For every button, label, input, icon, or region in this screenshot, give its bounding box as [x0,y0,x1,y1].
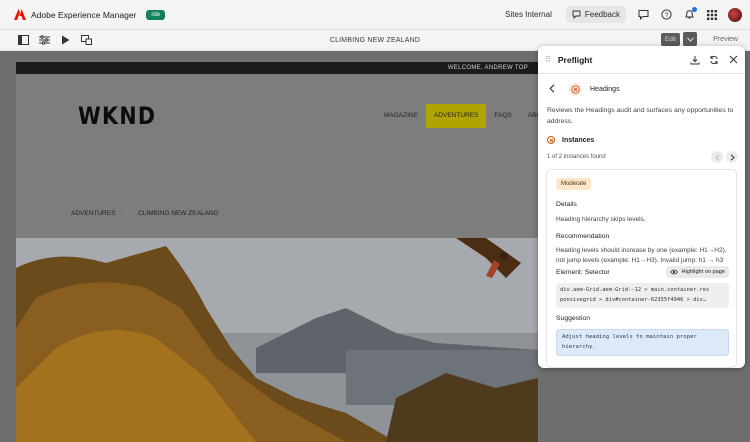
shell-bar: Adobe Experience Manager rde Sites Inter… [0,0,750,30]
feedback-label: Feedback [584,10,620,19]
recommendation-text: Heading levels should increase by one (e… [556,247,727,264]
org-switcher[interactable]: Sites Internal [505,10,552,19]
site-nav: MAGAZINE ADVENTURES FAQS ABO [376,104,538,128]
chevron-down-icon[interactable] [683,32,698,46]
preflight-panel: ⠿ Preflight Headings Reviews the Heading… [538,46,745,368]
environment-badge: rde [146,9,166,20]
nav-item-about[interactable]: ABO [520,104,538,128]
highlight-on-page-button[interactable]: Highlight on page [666,266,729,278]
instances-header: Instances [547,136,745,144]
breadcrumb-item-current: CLIMBING NEW ZEALAND [138,210,219,217]
section-header: Headings [538,74,745,104]
edit-mode-button[interactable]: Edit [660,32,681,46]
selector-label: Element: Selector [556,269,610,276]
notification-dot [692,6,697,12]
close-icon[interactable] [726,53,740,67]
suggestion-label: Suggestion [556,315,591,322]
back-arrow-icon[interactable] [549,80,559,98]
properties-icon[interactable] [38,34,50,46]
selector-code: div.aem-Grid.aem-Grid--12 > main.contain… [556,283,729,308]
page-title: CLIMBING NEW ZEALAND [329,36,421,44]
instances-pagination: 1 of 2 instances found [547,151,738,163]
user-avatar[interactable] [728,7,742,22]
feedback-icon [572,10,581,19]
preview-button[interactable]: Preview [713,36,738,43]
section-title: Headings [590,85,620,93]
feedback-button[interactable]: Feedback [565,6,626,23]
recommendation-label: Recommendation [556,233,610,240]
error-circle-icon [547,136,555,144]
audit-description: Reviews the Headings audit and surfaces … [547,107,734,125]
welcome-bar: WELCOME, ANDREW TOP [16,62,538,74]
error-circle-icon [569,82,582,96]
refresh-icon[interactable] [707,53,721,67]
severity-badge: Moderate [556,178,592,190]
bell-icon[interactable] [682,6,697,22]
previous-instance-button[interactable] [711,151,723,163]
panel-header: ⠿ Preflight [538,46,745,74]
svg-text:?: ? [664,12,668,19]
details-text: Heading hierarchy skips levels. [556,216,646,223]
play-icon[interactable] [59,34,71,46]
breadcrumb-separator: › [125,209,129,218]
panel-title: Preflight [557,54,593,65]
adobe-logo-icon[interactable] [14,9,26,20]
breadcrumb: ADVENTURES › CLIMBING NEW ZEALAND [71,209,218,218]
page-frame[interactable]: WELCOME, ANDREW TOP WKND MAGAZINE ADVENT… [16,62,538,442]
emulator-icon[interactable] [80,34,92,46]
eye-icon [670,269,679,275]
drag-handle-icon[interactable]: ⠿ [545,55,551,64]
site-logo[interactable]: WKND [78,102,156,130]
selector-line: ponsivegrid > div#container-62355f4946 >… [560,297,707,303]
apps-grid-icon[interactable] [705,8,719,22]
instances-count: 1 of 2 instances found [547,154,606,160]
instance-card: Moderate Details Heading hierarchy skips… [546,169,737,368]
details-label: Details [556,201,577,208]
nav-item-adventures[interactable]: ADVENTURES [425,104,487,128]
hero-image [16,238,538,442]
download-icon[interactable] [688,53,702,67]
nav-item-magazine[interactable]: MAGAZINE [376,104,426,128]
side-panel-icon[interactable] [17,34,29,46]
highlight-label: Highlight on page [681,269,725,275]
nav-item-faqs[interactable]: FAQS [486,104,519,128]
selector-line: div.aem-Grid.aem-Grid--12 > main.contain… [560,287,710,293]
app-name[interactable]: Adobe Experience Manager [31,10,136,20]
next-instance-button[interactable] [726,151,738,163]
chat-icon[interactable] [636,8,650,22]
suggestion-box: Adjust heading levels to maintain proper… [556,329,729,356]
breadcrumb-item-adventures[interactable]: ADVENTURES [71,210,115,217]
help-icon[interactable]: ? [659,8,673,22]
instances-label: Instances [562,136,595,144]
